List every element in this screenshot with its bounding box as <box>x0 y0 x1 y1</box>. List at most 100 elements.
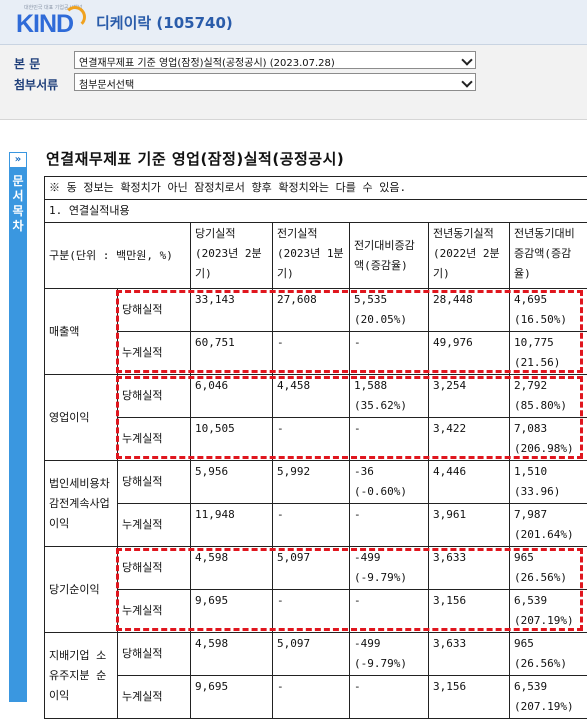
cell-yoy: 3,633 <box>429 547 510 590</box>
row-category: 지배기업 소유주지분 순이익 <box>45 633 118 719</box>
document-filters: 본 문 연결재무제표 기준 영업(잠정)실적(공정공시) (2023.07.28… <box>0 45 587 120</box>
toc-sidetab[interactable]: » 문서목차 <box>9 152 27 702</box>
cell-type: 당해실적 <box>118 633 191 676</box>
row-category: 법인세비용차감전계속사업이익 <box>45 461 118 547</box>
cell-prev: 5,097 <box>273 547 350 590</box>
cell-qoq: -499 (-9.79%) <box>350 547 429 590</box>
row-category: 당기순이익 <box>45 547 118 633</box>
toc-label: 문서목차 <box>9 174 27 234</box>
yoy-header: 전년동기실적 (2022년 2분기) <box>429 223 510 289</box>
cell-yoy-chg: 1,510 (33.96) <box>510 461 587 504</box>
cell-qoq: - <box>350 504 429 547</box>
cell-yoy-chg: 2,792 (85.80%) <box>510 375 587 418</box>
cell-prev: 5,097 <box>273 633 350 676</box>
cell-qoq: - <box>350 676 429 719</box>
cell-yoy-chg: 10,775 (21.56) <box>510 332 587 375</box>
cell-yoy: 3,961 <box>429 504 510 547</box>
table-row: 누계실적60,751--49,97610,775 (21.56) <box>45 332 587 375</box>
cell-qoq: -36 (-0.60%) <box>350 461 429 504</box>
cell-cur: 33,143 <box>191 289 273 332</box>
header-row: 구분(단위 : 백만원, %) 당기실적 (2023년 2분기) 전기실적 (2… <box>45 223 587 289</box>
cell-type: 당해실적 <box>118 375 191 418</box>
cell-yoy-chg: 7,987 (201.64%) <box>510 504 587 547</box>
company-name: 디케이락 (105740) <box>96 12 233 33</box>
cell-type: 당해실적 <box>118 289 191 332</box>
cell-cur: 9,695 <box>191 590 273 633</box>
cell-type: 누계실적 <box>118 332 191 375</box>
top-header: 대한민국 대표 기업공시채널 KIND 디케이락 (105740) <box>0 0 587 45</box>
chevron-down-icon <box>461 54 472 65</box>
row-category: 영업이익 <box>45 375 118 461</box>
notice-row: ※ 동 정보는 확정치가 아닌 잠정치로서 향후 확정치와는 다를 수 있음. <box>45 177 587 200</box>
cell-cur: 10,505 <box>191 418 273 461</box>
cell-yoy: 3,156 <box>429 676 510 719</box>
cell-yoy: 49,976 <box>429 332 510 375</box>
document-title: 연결재무제표 기준 영업(잠정)실적(공정공시) <box>46 148 344 169</box>
cell-prev: - <box>273 590 350 633</box>
cell-type: 누계실적 <box>118 676 191 719</box>
cell-qoq: - <box>350 418 429 461</box>
current-header: 당기실적 (2023년 2분기) <box>191 223 273 289</box>
cell-prev: 27,608 <box>273 289 350 332</box>
cell-yoy: 3,156 <box>429 590 510 633</box>
cell-cur: 5,956 <box>191 461 273 504</box>
cell-yoy-chg: 4,695 (16.50%) <box>510 289 587 332</box>
table-row: 누계실적9,695--3,1566,539 (207.19%) <box>45 676 587 719</box>
cell-type: 누계실적 <box>118 418 191 461</box>
table-row: 누계실적10,505--3,4227,083 (206.98%) <box>45 418 587 461</box>
cell-yoy: 28,448 <box>429 289 510 332</box>
unit-header: 구분(단위 : 백만원, %) <box>45 223 191 289</box>
cell-type: 누계실적 <box>118 504 191 547</box>
main-doc-select-value: 연결재무제표 기준 영업(잠정)실적(공정공시) (2023.07.28) <box>79 58 335 69</box>
cell-yoy: 3,633 <box>429 633 510 676</box>
cell-type: 당해실적 <box>118 461 191 504</box>
cell-cur: 9,695 <box>191 676 273 719</box>
attachment-label: 첨부서류 <box>14 76 58 93</box>
previous-header: 전기실적 (2023년 1분기) <box>273 223 350 289</box>
cell-cur: 4,598 <box>191 633 273 676</box>
section-row: 1. 연결실적내용 <box>45 200 587 223</box>
table-row: 매출액당해실적33,14327,6085,535 (20.05%)28,4484… <box>45 289 587 332</box>
cell-yoy-chg: 965 (26.56%) <box>510 633 587 676</box>
table-row: 영업이익당해실적6,0464,4581,588 (35.62%)3,2542,7… <box>45 375 587 418</box>
cell-qoq: 5,535 (20.05%) <box>350 289 429 332</box>
cell-cur: 60,751 <box>191 332 273 375</box>
main-doc-select[interactable]: 연결재무제표 기준 영업(잠정)실적(공정공시) (2023.07.28) <box>74 51 476 69</box>
table-row: 누계실적11,948--3,9617,987 (201.64%) <box>45 504 587 547</box>
table-row: 당기순이익당해실적4,5985,097-499 (-9.79%)3,633965… <box>45 547 587 590</box>
cell-qoq: - <box>350 332 429 375</box>
cell-yoy-chg: 7,083 (206.98%) <box>510 418 587 461</box>
table-row: 지배기업 소유주지분 순이익당해실적4,5985,097-499 (-9.79%… <box>45 633 587 676</box>
yoy-change-header: 전년동기대비증감액(증감율) <box>510 223 587 289</box>
logo-swoosh-icon <box>64 6 86 28</box>
attachment-select[interactable]: 첨부문서선택 <box>74 73 476 91</box>
chevron-down-icon <box>461 76 472 87</box>
cell-yoy-chg: 6,539 (207.19%) <box>510 676 587 719</box>
cell-prev: 5,992 <box>273 461 350 504</box>
cell-prev: 4,458 <box>273 375 350 418</box>
cell-qoq: 1,588 (35.62%) <box>350 375 429 418</box>
cell-yoy: 3,254 <box>429 375 510 418</box>
cell-type: 누계실적 <box>118 590 191 633</box>
notice-text: ※ 동 정보는 확정치가 아닌 잠정치로서 향후 확정치와는 다를 수 있음. <box>45 177 587 200</box>
cell-prev: - <box>273 676 350 719</box>
cell-yoy-chg: 6,539 (207.19%) <box>510 590 587 633</box>
cell-cur: 4,598 <box>191 547 273 590</box>
table-row: 누계실적9,695--3,1566,539 (207.19%) <box>45 590 587 633</box>
cell-yoy: 4,446 <box>429 461 510 504</box>
row-category: 매출액 <box>45 289 118 375</box>
cell-prev: - <box>273 332 350 375</box>
cell-qoq: -499 (-9.79%) <box>350 633 429 676</box>
kind-logo[interactable]: 대한민국 대표 기업공시채널 KIND <box>16 4 78 38</box>
qoq-change-header: 전기대비증감액(증감율) <box>350 223 429 289</box>
attachment-select-value: 첨부문서선택 <box>79 80 134 91</box>
cell-type: 당해실적 <box>118 547 191 590</box>
cell-cur: 11,948 <box>191 504 273 547</box>
cell-yoy-chg: 965 (26.56%) <box>510 547 587 590</box>
expand-toc-icon[interactable]: » <box>10 153 26 167</box>
main-doc-label: 본 문 <box>14 55 40 72</box>
cell-cur: 6,046 <box>191 375 273 418</box>
cell-qoq: - <box>350 590 429 633</box>
earnings-table: ※ 동 정보는 확정치가 아닌 잠정치로서 향후 확정치와는 다를 수 있음. … <box>44 176 587 719</box>
section-title: 1. 연결실적내용 <box>45 200 587 223</box>
